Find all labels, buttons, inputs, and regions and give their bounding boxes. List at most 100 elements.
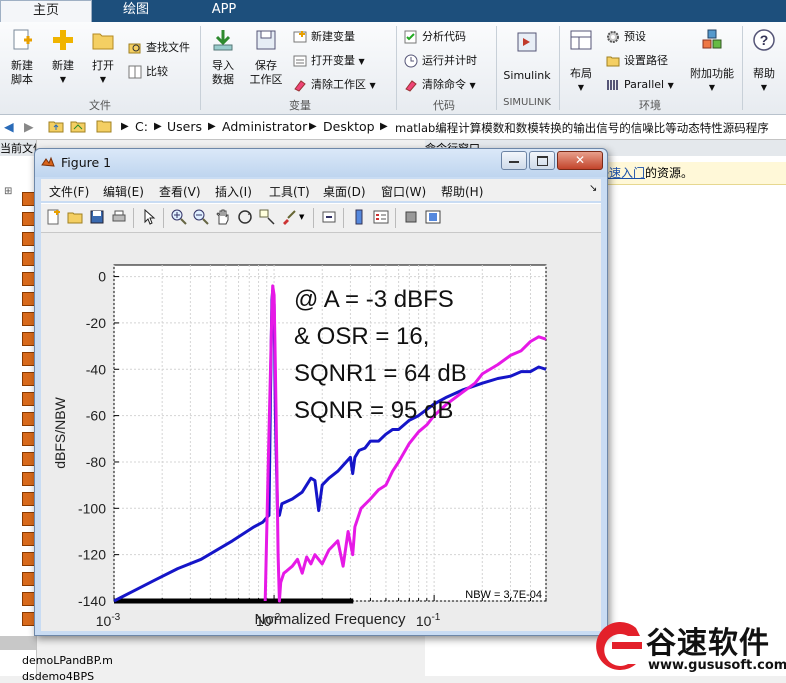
tab-plots[interactable]: 绘图 <box>96 0 176 22</box>
ribbon-tab-bar: 主页 绘图 APP <box>0 0 786 23</box>
set-path-button[interactable]: 设置路径 <box>606 52 668 70</box>
group-simulink-label: SIMULINK <box>503 97 551 108</box>
menu-tools[interactable]: 工具(T) <box>269 183 310 200</box>
compare-button[interactable]: 比较 <box>128 63 168 81</box>
help-label: 帮助 <box>753 67 775 80</box>
dock-arrow-icon[interactable]: ↘ <box>589 183 597 194</box>
parallel-button[interactable]: Parallel ▼ <box>606 76 674 94</box>
import-data-icon <box>213 30 233 51</box>
run-and-time-icon <box>404 54 418 68</box>
open-button[interactable]: 打开 ▼ <box>86 28 120 87</box>
clear-commands-button[interactable]: 清除命令 ▼ <box>404 76 476 94</box>
list-item[interactable]: dsdemo4BPS <box>22 670 94 683</box>
preferences-label: 预设 <box>624 30 646 43</box>
new-figure-icon[interactable] <box>45 209 61 225</box>
find-files-label: 查找文件 <box>146 41 190 54</box>
toolbar-separator <box>343 208 344 228</box>
menu-edit[interactable]: 编辑(E) <box>103 183 144 200</box>
list-item[interactable]: demoLPandBP.m <box>22 654 113 667</box>
breadcrumb-item[interactable]: Desktop <box>323 119 375 134</box>
new-variable-icon <box>293 31 307 43</box>
maximize-button[interactable] <box>529 151 555 170</box>
colorbar-icon[interactable] <box>351 209 367 225</box>
expand-icon[interactable]: ⊞ <box>4 186 12 197</box>
chevron-down-icon[interactable]: ▼ <box>299 213 304 221</box>
folder-icon <box>92 33 114 50</box>
data-cursor-icon[interactable] <box>259 209 275 225</box>
breadcrumb-separator: ▶ <box>309 121 317 132</box>
open-file-icon[interactable] <box>67 209 83 225</box>
preferences-button[interactable]: 预设 <box>606 28 646 46</box>
breadcrumb-separator: ▶ <box>121 121 129 132</box>
tab-home[interactable]: 主页 <box>0 0 92 23</box>
legend-icon[interactable] <box>373 209 389 225</box>
chevron-down-icon: ▼ <box>760 83 768 92</box>
nbw-label: NBW = 3.7E-04 <box>465 589 542 601</box>
tab-apps[interactable]: APP <box>182 0 266 22</box>
menu-help[interactable]: 帮助(H) <box>441 183 483 200</box>
set-path-label: 设置路径 <box>624 54 668 67</box>
gear-icon <box>607 31 619 43</box>
import-data-button[interactable]: 导入 数据 <box>205 28 241 87</box>
find-files-icon <box>128 43 141 54</box>
y-tick-label: -40 <box>86 361 106 377</box>
simulink-button[interactable]: Simulink <box>500 30 554 83</box>
up-folder-icon[interactable] <box>48 119 64 136</box>
menu-window[interactable]: 窗口(W) <box>381 183 426 200</box>
close-button[interactable]: ✕ <box>557 151 603 170</box>
run-and-time-button[interactable]: 运行并计时 <box>404 52 477 70</box>
figure-window: Figure 1 ✕ 文件(F) 编辑(E) 查看(V) 插入(I) 工具(T)… <box>34 148 608 636</box>
hide-plot-tools-icon[interactable] <box>403 209 419 225</box>
watermark-url: www.gususoft.com <box>648 658 786 673</box>
pan-hand-icon[interactable] <box>215 209 231 225</box>
forward-arrow-icon[interactable]: ▶ <box>24 119 34 134</box>
menu-desktop[interactable]: 桌面(D) <box>323 183 366 200</box>
rotate-3d-icon[interactable] <box>237 209 253 225</box>
address-bar: ◀ ▶ ▶ C: ▶ Users ▶ Administrator ▶ Deskt… <box>0 115 786 140</box>
save-workspace-label: 保存 工作区 <box>249 59 283 86</box>
print-icon[interactable] <box>111 209 127 225</box>
chevron-down-icon: ▼ <box>667 81 674 90</box>
breadcrumb-item[interactable]: Administrator <box>222 119 307 134</box>
layout-button[interactable]: 布局 ▼ <box>564 28 598 95</box>
new-button[interactable]: 新建 ▼ <box>46 28 80 87</box>
link-plot-icon[interactable] <box>321 209 337 225</box>
parallel-label: Parallel <box>624 78 665 91</box>
find-files-button[interactable]: 查找文件 <box>128 39 190 57</box>
menu-view[interactable]: 查看(V) <box>159 183 201 200</box>
toolbar-separator <box>133 208 134 228</box>
save-icon[interactable] <box>89 209 105 225</box>
addons-button[interactable]: 附加功能 ▼ <box>686 28 738 95</box>
simulink-icon <box>517 32 537 52</box>
menu-file[interactable]: 文件(F) <box>49 183 89 200</box>
help-icon: ? <box>753 29 775 51</box>
zoom-in-icon[interactable] <box>171 209 187 225</box>
save-workspace-button[interactable]: 保存 工作区 <box>246 28 286 87</box>
breadcrumb-item[interactable]: matlab编程计算模数和数模转换的输出信号的信噪比等动态特性源码程序 <box>395 120 785 136</box>
clear-commands-label: 清除命令 <box>422 78 466 91</box>
spectrum-plot[interactable]: 0-20-40-60-80-100-120-140 10-3 10-2 10-1 @… <box>41 233 601 631</box>
analyze-code-button[interactable]: 分析代码 <box>404 28 466 46</box>
browse-folder-icon[interactable] <box>70 119 86 136</box>
breadcrumb-item[interactable]: Users <box>167 119 202 134</box>
figure-titlebar[interactable]: Figure 1 ✕ <box>35 149 607 177</box>
new-script-button[interactable]: 新建 脚本 <box>4 28 40 87</box>
addons-cubes-icon <box>702 29 722 49</box>
zoom-out-icon[interactable] <box>193 209 209 225</box>
open-variable-button[interactable]: 打开变量 ▼ <box>293 52 365 70</box>
x-tick-exponent: -3 <box>111 612 120 623</box>
new-script-label: 新建 脚本 <box>11 59 33 86</box>
clear-workspace-label: 清除工作区 <box>311 78 366 91</box>
back-arrow-icon[interactable]: ◀ <box>4 119 14 134</box>
minimize-button[interactable] <box>501 151 527 170</box>
menu-insert[interactable]: 插入(I) <box>215 183 252 200</box>
group-environment-label: 环境 <box>639 99 661 112</box>
brush-icon[interactable] <box>281 209 297 225</box>
show-plot-tools-icon[interactable] <box>425 209 441 225</box>
pointer-arrow-icon[interactable] <box>141 209 157 225</box>
breadcrumb-item[interactable]: C: <box>135 119 148 134</box>
new-variable-button[interactable]: 新建变量 <box>293 28 355 46</box>
clear-workspace-button[interactable]: 清除工作区 ▼ <box>293 76 376 94</box>
help-button[interactable]: ? 帮助 ▼ <box>748 28 780 95</box>
toolbar-separator <box>395 208 396 228</box>
